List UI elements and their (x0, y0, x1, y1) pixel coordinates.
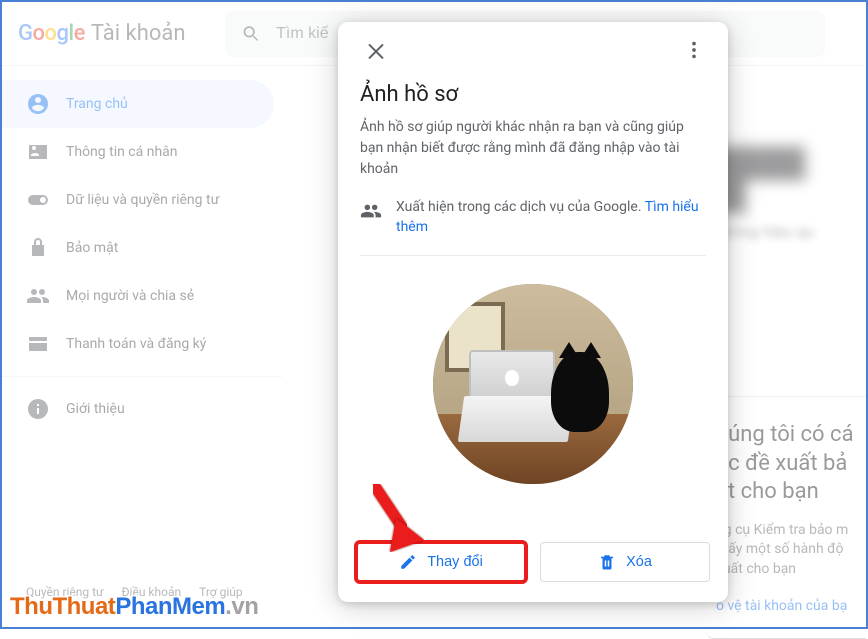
people-icon (360, 200, 382, 222)
avatar-preview-wrap (360, 256, 706, 494)
visibility-info: Xuất hiện trong các dịch vụ của Google. … (360, 198, 706, 256)
close-icon (364, 38, 388, 62)
watermark: ThuThuatPhanMem.vn (10, 593, 258, 621)
delete-button-label: Xóa (626, 554, 652, 570)
modal-description: Ảnh hồ sơ giúp người khác nhận ra bạn và… (360, 117, 706, 180)
visibility-text: Xuất hiện trong các dịch vụ của Google. (396, 199, 645, 215)
more-options-button[interactable] (674, 30, 714, 70)
more-vert-icon (683, 39, 705, 61)
modal-body: Ảnh hồ sơ Ảnh hồ sơ giúp người khác nhận… (338, 78, 728, 528)
trash-icon (598, 553, 616, 571)
change-button-label: Thay đổi (427, 554, 483, 570)
modal-actions: Thay đổi Xóa (338, 528, 728, 602)
profile-photo-modal: Ảnh hồ sơ Ảnh hồ sơ giúp người khác nhận… (338, 22, 728, 602)
modal-header (338, 22, 728, 78)
change-button[interactable]: Thay đổi (356, 542, 526, 582)
avatar-preview[interactable] (433, 284, 633, 484)
modal-title: Ảnh hồ sơ (360, 82, 706, 107)
delete-button[interactable]: Xóa (540, 542, 710, 582)
close-button[interactable] (356, 30, 396, 70)
pencil-icon (399, 553, 417, 571)
